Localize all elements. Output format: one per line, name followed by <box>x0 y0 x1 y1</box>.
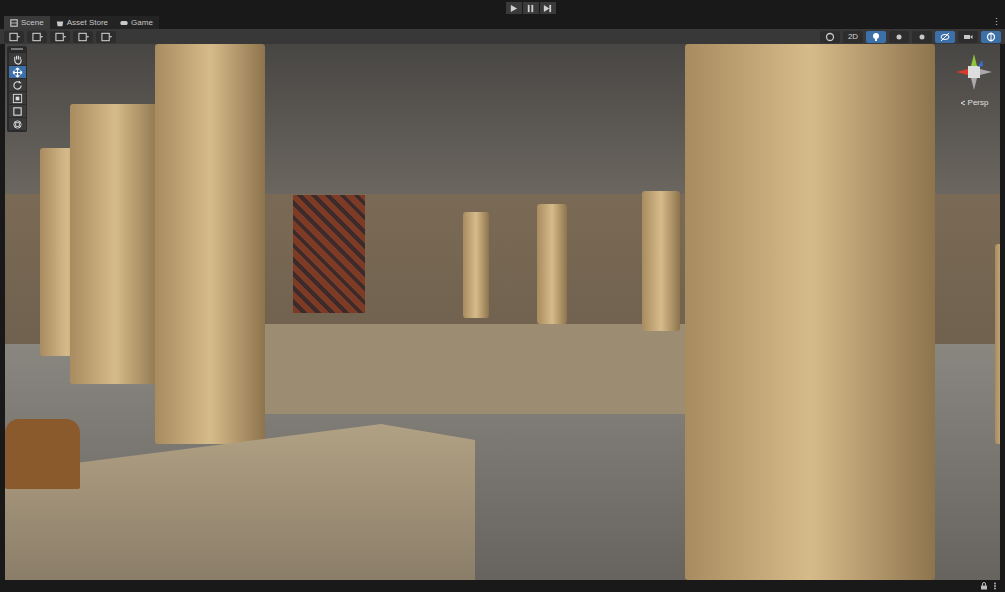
scene-icon <box>10 19 18 27</box>
draw-dropdown[interactable] <box>27 31 47 43</box>
hidden-toggle[interactable] <box>935 31 955 43</box>
more-icon[interactable]: ⋮ <box>988 16 1005 29</box>
transform-tool[interactable] <box>9 118 26 130</box>
shading-icon <box>9 32 20 42</box>
draw-icon <box>32 32 43 42</box>
gizmos-icon <box>986 32 996 42</box>
pillar <box>685 44 935 580</box>
move-tool[interactable] <box>9 66 26 78</box>
rotate-icon <box>12 80 23 91</box>
rect-tool[interactable] <box>9 105 26 117</box>
tool-palette <box>7 46 27 132</box>
chevron-icon <box>960 100 966 106</box>
lock-icon[interactable] <box>980 582 988 590</box>
hidden-icon <box>940 32 950 42</box>
projection-label[interactable]: Persp <box>960 98 989 107</box>
tab[interactable]: Scene <box>4 16 50 29</box>
pillar <box>463 212 489 318</box>
unity-editor: Scene Asset Store Game ⋮ 2D Persp <box>0 0 1005 592</box>
pillar <box>995 244 1000 444</box>
step-button[interactable] <box>540 2 556 14</box>
pillar <box>155 44 265 444</box>
pause-button[interactable] <box>523 2 539 14</box>
scene-viewport[interactable]: Persp <box>5 44 1000 580</box>
scale-tool[interactable] <box>9 92 26 104</box>
play-bar <box>0 0 1005 16</box>
fx-icon <box>917 32 927 42</box>
grid-icon <box>55 32 66 42</box>
rotate-tool[interactable] <box>9 79 26 91</box>
pillar <box>537 204 567 324</box>
increment-icon <box>101 32 112 42</box>
hand-icon <box>12 54 23 65</box>
gizmos-toggle[interactable] <box>981 31 1001 43</box>
orbit-toggle[interactable] <box>820 31 840 43</box>
grid-dropdown[interactable] <box>50 31 70 43</box>
audio-icon <box>894 32 904 42</box>
axis-gizmo-icon <box>952 52 996 92</box>
light-icon <box>871 32 881 42</box>
game-icon <box>120 19 128 27</box>
tab[interactable]: Game <box>114 16 159 29</box>
chest <box>5 419 80 489</box>
snap-dropdown[interactable] <box>73 31 93 43</box>
status-bar <box>0 580 1005 592</box>
play-button[interactable] <box>506 2 522 14</box>
pillar <box>70 104 160 384</box>
increment-dropdown[interactable] <box>96 31 116 43</box>
move-icon <box>12 67 23 78</box>
play-icon <box>509 4 518 13</box>
shading-dropdown[interactable] <box>4 31 24 43</box>
fx-toggle[interactable] <box>912 31 932 43</box>
pool <box>255 324 685 414</box>
camera-icon <box>963 32 973 42</box>
transform-icon <box>12 119 23 130</box>
tab[interactable]: Asset Store <box>50 16 114 29</box>
tapestry <box>293 195 365 313</box>
menu-icon[interactable] <box>991 582 999 590</box>
snap-icon <box>78 32 89 42</box>
tab-bar: Scene Asset Store Game ⋮ <box>0 16 1005 29</box>
pause-icon <box>526 4 535 13</box>
scene-render <box>5 44 1000 580</box>
pillar <box>642 191 680 331</box>
store-icon <box>56 19 64 27</box>
step-icon <box>543 4 552 13</box>
orientation-gizmo[interactable]: Persp <box>952 52 996 107</box>
scale-icon <box>12 93 23 104</box>
audio-toggle[interactable] <box>889 31 909 43</box>
camera-toggle[interactable] <box>958 31 978 43</box>
scene-toolbar: 2D <box>0 29 1005 44</box>
hand-tool[interactable] <box>9 53 26 65</box>
text-toggle[interactable]: 2D <box>843 31 863 43</box>
rect-icon <box>12 106 23 117</box>
light-toggle[interactable] <box>866 31 886 43</box>
orbit-icon <box>825 32 835 42</box>
